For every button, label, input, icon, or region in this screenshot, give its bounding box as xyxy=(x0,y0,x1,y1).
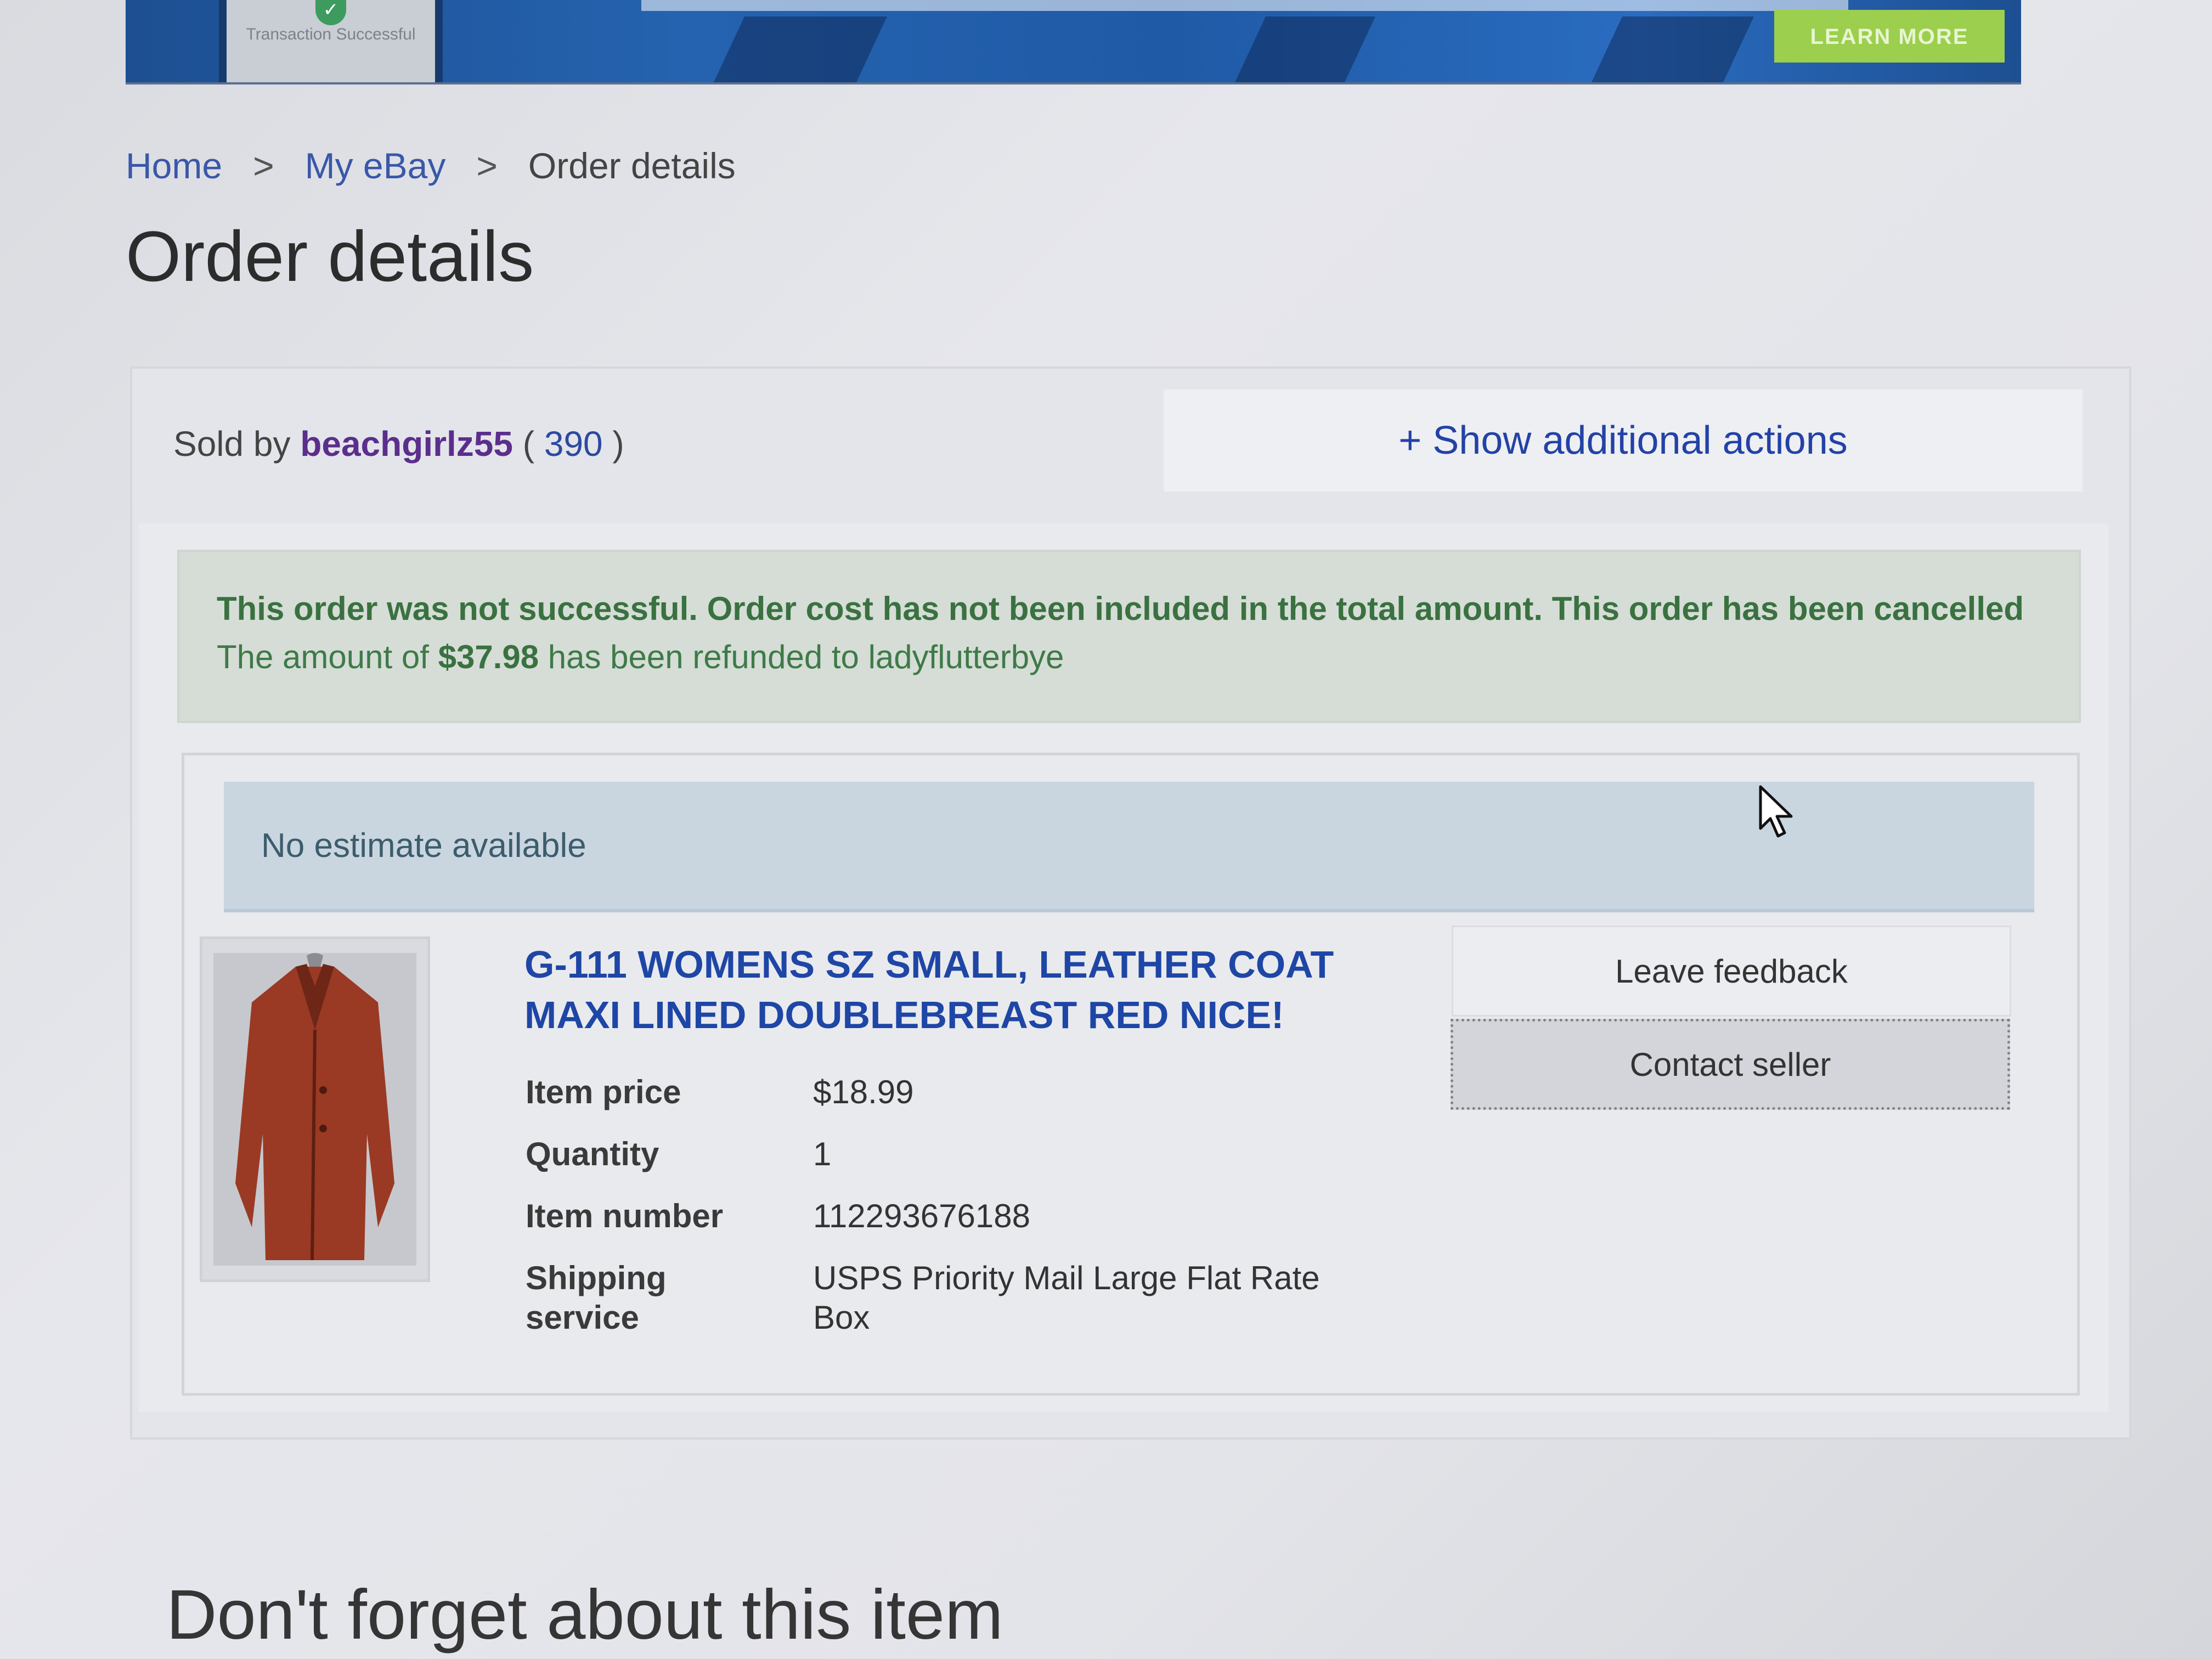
shipping-service-label: Shipping service xyxy=(526,1260,667,1336)
item-number-value: 112293676188 xyxy=(813,1198,1030,1234)
order-item-card: No estimate available G-111 WOMENS SZ SM… xyxy=(182,753,2080,1396)
show-additional-actions-link[interactable]: + Show additional actions xyxy=(1398,418,1848,463)
leave-feedback-button[interactable]: Leave feedback xyxy=(1452,926,2011,1017)
item-number-label: Item number xyxy=(526,1198,724,1234)
transaction-badge-text: Transaction Successful xyxy=(246,25,416,43)
alert-message: This order was not successful. Order cos… xyxy=(217,585,2049,681)
breadcrumb: Home > My eBay > Order details xyxy=(126,145,736,187)
order-panel: Sold by beachgirlz55 ( 390 ) + Show addi… xyxy=(130,366,2131,1440)
breadcrumb-separator: > xyxy=(476,145,498,186)
order-status-alert: This order was not successful. Order cos… xyxy=(177,550,2081,723)
banner-decoration xyxy=(1592,16,1754,82)
item-title-link[interactable]: G-111 WOMENS SZ SMALL, LEATHER COAT MAXI… xyxy=(524,939,1402,1040)
banner-decoration xyxy=(1235,16,1375,82)
breadcrumb-my-ebay[interactable]: My eBay xyxy=(305,145,446,186)
page-title: Order details xyxy=(126,216,534,296)
additional-actions-container: + Show additional actions xyxy=(1164,390,2083,492)
promo-banner: ✓ Transaction Successful LEARN MORE xyxy=(126,0,2021,82)
transaction-badge: ✓ Transaction Successful xyxy=(219,0,443,82)
alert-bold-text: This order was not successful. Order cos… xyxy=(217,590,2024,627)
estimate-text: No estimate available xyxy=(261,826,586,865)
feedback-close-paren: ) xyxy=(612,424,624,464)
learn-more-button[interactable]: LEARN MORE xyxy=(1774,10,2005,63)
order-content: This order was not successful. Order cos… xyxy=(139,523,2108,1412)
sold-by-label: Sold by xyxy=(173,424,291,464)
item-thumbnail[interactable] xyxy=(200,936,430,1282)
breadcrumb-separator: > xyxy=(253,145,274,186)
refund-suffix: has been refunded to ladyflutterbye xyxy=(548,639,1064,675)
sold-by: Sold by beachgirlz55 ( 390 ) xyxy=(173,424,624,464)
banner-decoration xyxy=(714,16,887,82)
item-price-value: $18.99 xyxy=(813,1074,914,1110)
seller-feedback-score[interactable]: 390 xyxy=(544,424,603,464)
item-price-label: Item price xyxy=(526,1074,681,1110)
seller-link[interactable]: beachgirlz55 xyxy=(300,424,513,464)
mouse-cursor-icon xyxy=(1759,785,1793,838)
quantity-label: Quantity xyxy=(526,1136,659,1172)
contact-seller-button[interactable]: Contact seller xyxy=(1451,1019,2010,1110)
breadcrumb-current: Order details xyxy=(528,145,736,186)
dont-forget-section-title: Don't forget about this item xyxy=(166,1576,1003,1654)
refund-amount: $37.98 xyxy=(438,639,539,675)
feedback-open-paren: ( xyxy=(522,424,535,464)
refund-prefix: The amount of xyxy=(217,639,429,675)
quantity-value: 1 xyxy=(813,1136,832,1172)
check-icon: ✓ xyxy=(315,0,346,25)
breadcrumb-home[interactable]: Home xyxy=(126,145,222,186)
coat-image xyxy=(213,953,416,1266)
shipping-service-value: USPS Priority Mail Large Flat Rate Box xyxy=(813,1260,1320,1336)
banner-stripe xyxy=(641,0,1848,11)
